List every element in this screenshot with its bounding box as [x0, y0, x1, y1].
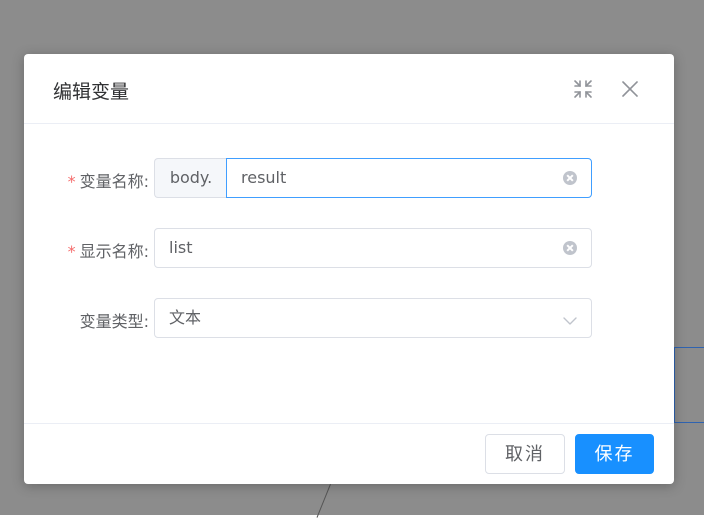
background-connector-line	[674, 422, 704, 423]
background-connector-line	[674, 347, 675, 423]
display-name-label-text: 显示名称:	[79, 242, 149, 261]
display-name-input-wrapper[interactable]	[154, 228, 592, 268]
edit-variable-dialog: 编辑变量 * 变量名称: body. result * 显示名称: list 变…	[24, 54, 674, 484]
clear-icon[interactable]	[563, 241, 577, 255]
cancel-button[interactable]: 取消	[485, 434, 565, 474]
variable-name-label-text: 变量名称:	[79, 172, 149, 191]
save-button[interactable]: 保存	[575, 434, 654, 474]
background-connector-line	[674, 347, 704, 348]
required-marker: *	[67, 242, 76, 261]
dialog-footer: 取消 保存	[24, 423, 674, 484]
dialog-header: 编辑变量	[24, 54, 674, 124]
form-row-display-name: * 显示名称:	[24, 228, 674, 268]
form-row-variable-name: * 变量名称: body.	[24, 158, 674, 198]
variable-name-label: * 变量名称:	[68, 168, 149, 192]
display-name-input[interactable]	[169, 229, 469, 267]
variable-name-input-wrapper[interactable]	[226, 158, 592, 198]
chevron-down-icon[interactable]	[563, 312, 577, 325]
variable-name-prefix: body.	[154, 158, 227, 198]
close-icon[interactable]	[619, 78, 641, 100]
variable-type-selected-value: 文本	[169, 308, 202, 327]
variable-type-label: 变量类型:	[79, 312, 149, 331]
form-row-variable-type: 变量类型: 文本	[24, 298, 674, 338]
display-name-label: * 显示名称:	[68, 238, 149, 262]
fullscreen-icon[interactable]	[572, 78, 594, 100]
clear-icon[interactable]	[563, 171, 577, 185]
variable-type-select[interactable]: 文本	[154, 298, 592, 338]
dialog-title: 编辑变量	[53, 81, 130, 103]
required-marker: *	[67, 172, 76, 191]
variable-name-input[interactable]	[241, 159, 541, 197]
